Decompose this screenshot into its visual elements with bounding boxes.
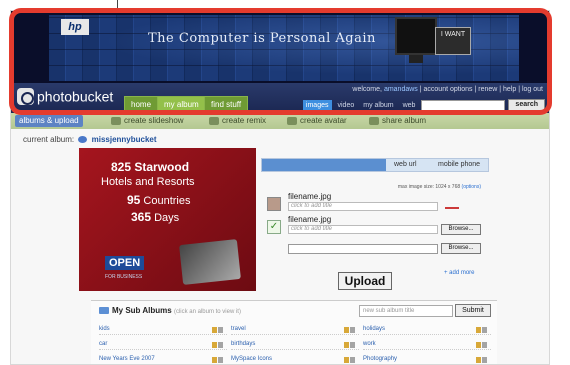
account-links[interactable]: account options | renew | help | log out bbox=[424, 86, 543, 93]
banner-badge: I WANT bbox=[435, 27, 471, 55]
search-tab-my-album[interactable]: my album bbox=[360, 100, 396, 111]
photobucket-page: hp The Computer is Personal Again I WANT… bbox=[10, 10, 550, 365]
album-toolbar: albums & upload create slideshow create … bbox=[11, 113, 549, 129]
folder-icon bbox=[99, 307, 109, 315]
submit-button[interactable]: Submit bbox=[455, 304, 491, 317]
file-path-input[interactable] bbox=[288, 244, 438, 254]
sub-album-myspace-icons[interactable]: MySpace Icons bbox=[231, 353, 359, 364]
search-bar: images video my album web search bbox=[302, 98, 545, 112]
current-album-name[interactable]: missjennybucket bbox=[92, 135, 157, 144]
tab-mobile-phone[interactable]: mobile phone bbox=[438, 161, 480, 168]
upload-button[interactable]: Upload bbox=[338, 272, 392, 290]
avatar-icon bbox=[287, 116, 297, 125]
remove-file-link[interactable] bbox=[445, 207, 459, 209]
slideshow-icon bbox=[111, 116, 121, 125]
starwood-ad[interactable]: 825 Starwood Hotels and Resorts 95 Count… bbox=[79, 148, 256, 291]
file-name-2: filename.jpg bbox=[288, 215, 332, 224]
add-more-link[interactable]: + add more bbox=[444, 270, 475, 276]
current-album: current album: missjennybucket bbox=[23, 135, 157, 144]
share-icon bbox=[369, 116, 379, 125]
edit-delete-icons[interactable] bbox=[475, 356, 489, 363]
sub-album-travel[interactable]: travel bbox=[231, 323, 359, 335]
search-tab-video[interactable]: video bbox=[335, 100, 358, 111]
nav-my-album[interactable]: my album bbox=[157, 96, 206, 112]
monitor-icon bbox=[395, 17, 437, 63]
search-tab-web[interactable]: web bbox=[400, 100, 419, 111]
edit-delete-icons[interactable] bbox=[343, 356, 357, 363]
edit-delete-icons[interactable] bbox=[475, 341, 489, 348]
banner-ad[interactable]: hp The Computer is Personal Again I WANT bbox=[11, 11, 549, 83]
new-sub-album-input[interactable]: new sub album title bbox=[359, 305, 453, 317]
file-thumbnail bbox=[267, 197, 281, 211]
gutter-line bbox=[117, 0, 118, 10]
upload-source-tabs: web url mobile phone bbox=[261, 158, 489, 172]
search-button[interactable]: search bbox=[508, 99, 545, 111]
sub-album-photography[interactable]: Photography bbox=[363, 353, 491, 364]
sub-albums-panel: My Sub Albums (click an album to view it… bbox=[91, 300, 497, 364]
edit-delete-icons[interactable] bbox=[343, 326, 357, 333]
photobucket-logo-icon bbox=[17, 87, 34, 105]
sub-album-work[interactable]: work bbox=[363, 338, 491, 350]
toolbar-share-album[interactable]: share album bbox=[369, 115, 426, 127]
open-badge: OPEN bbox=[105, 256, 145, 270]
tab-web-url[interactable]: web url bbox=[394, 161, 417, 168]
file-name-1: filename.jpg bbox=[288, 192, 332, 201]
nav-home[interactable]: home bbox=[124, 96, 159, 112]
edit-delete-icons[interactable] bbox=[211, 356, 225, 363]
username-link[interactable]: amandaws bbox=[384, 86, 418, 93]
tab-computer[interactable] bbox=[262, 159, 386, 171]
options-link[interactable]: (options) bbox=[462, 184, 481, 190]
photobucket-logo[interactable]: photobucket bbox=[17, 87, 113, 105]
check-icon: ✓ bbox=[267, 220, 281, 234]
max-size-note: max image size: 1024 x 768 (options) bbox=[397, 184, 481, 190]
hp-logo: hp bbox=[61, 19, 89, 35]
welcome-bar: welcome, amandaws | account options | re… bbox=[352, 86, 543, 93]
search-input[interactable] bbox=[421, 99, 506, 111]
edit-delete-icons[interactable] bbox=[211, 341, 225, 348]
toolbar-albums-upload[interactable]: albums & upload bbox=[15, 115, 83, 127]
room-key-image bbox=[179, 239, 241, 285]
toolbar-create-avatar[interactable]: create avatar bbox=[287, 115, 347, 127]
nav-find-stuff[interactable]: find stuff bbox=[204, 96, 249, 112]
edit-delete-icons[interactable] bbox=[211, 326, 225, 333]
banner-tagline: The Computer is Personal Again bbox=[148, 31, 376, 46]
browse-button-1[interactable]: Browse... bbox=[441, 224, 481, 235]
site-header: photobucket home my album find stuff wel… bbox=[11, 83, 549, 113]
toolbar-create-slideshow[interactable]: create slideshow bbox=[111, 115, 184, 127]
sub-album-birthdays[interactable]: birthdays bbox=[231, 338, 359, 350]
search-tab-images[interactable]: images bbox=[302, 99, 332, 111]
browse-button-2[interactable]: Browse... bbox=[441, 243, 481, 254]
sub-album-holidays[interactable]: holidays bbox=[363, 323, 491, 335]
sub-albums-title: My Sub Albums (click an album to view it… bbox=[99, 306, 241, 315]
edit-delete-icons[interactable] bbox=[343, 341, 357, 348]
title-field-1[interactable]: click to add title bbox=[288, 202, 438, 211]
toolbar-create-remix[interactable]: create remix bbox=[209, 115, 266, 127]
remix-icon bbox=[209, 116, 219, 125]
title-field-2[interactable]: click to add title bbox=[288, 225, 438, 234]
album-icon bbox=[78, 136, 88, 144]
sub-album-new-years-eve-2007[interactable]: New Years Eve 2007 bbox=[99, 353, 227, 364]
edit-delete-icons[interactable] bbox=[475, 326, 489, 333]
sub-album-kids[interactable]: kids bbox=[99, 323, 227, 335]
sub-album-car[interactable]: car bbox=[99, 338, 227, 350]
